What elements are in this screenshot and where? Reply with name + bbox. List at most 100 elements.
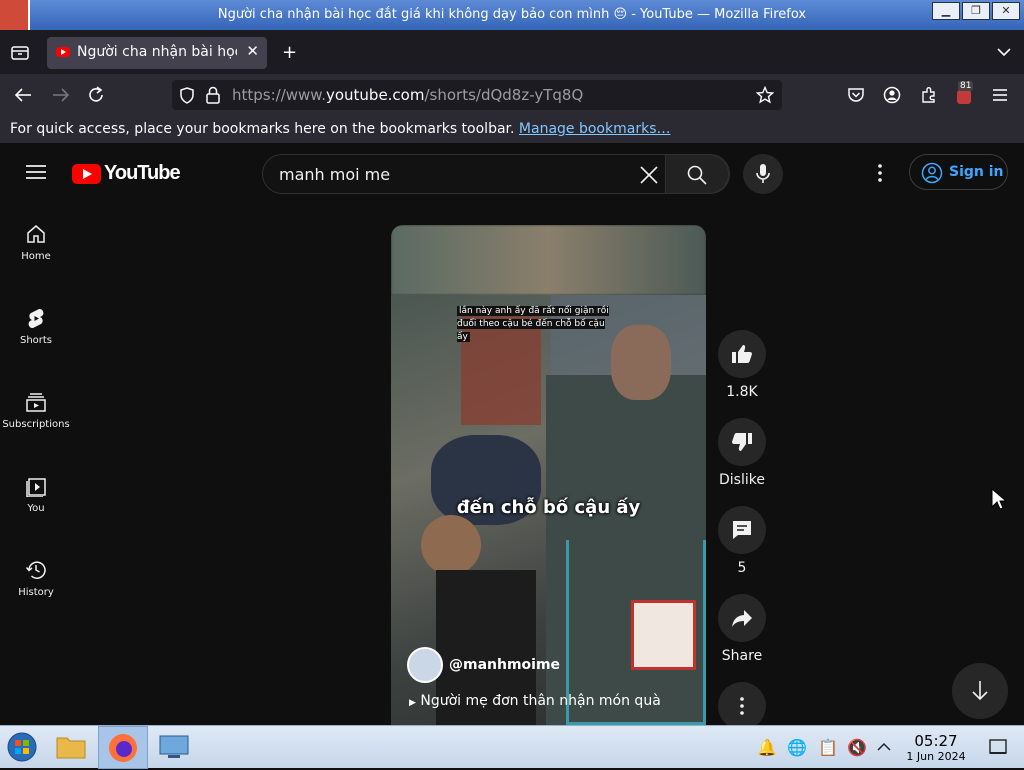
dislike-icon: [732, 433, 752, 451]
youtube-logo[interactable]: YouTube: [72, 162, 181, 185]
guide-item-shorts[interactable]: Shorts: [0, 307, 72, 381]
dislike-label: Dislike: [719, 472, 765, 488]
system-clock[interactable]: 05:27 1 Jun 2024: [900, 732, 972, 763]
shorts-action-bar: 1.8K Dislike 5 Share: [718, 330, 766, 770]
search-box[interactable]: manh moi me: [262, 154, 730, 194]
share-icon: [732, 610, 752, 627]
reload-icon[interactable]: [87, 86, 105, 104]
bookmark-star-icon[interactable]: [756, 86, 774, 104]
youtube-wordmark: YouTube: [104, 162, 181, 184]
network-icon[interactable]: 🌐: [787, 738, 807, 757]
search-button[interactable]: [665, 154, 729, 194]
share-button[interactable]: Share: [718, 594, 766, 682]
comment-icon: [733, 521, 751, 539]
dislike-button[interactable]: Dislike: [718, 418, 766, 506]
more-kebab-icon: [740, 697, 744, 715]
taskbar-firefox[interactable]: [98, 726, 148, 769]
extension-with-badge[interactable]: 81: [955, 81, 975, 106]
hamburger-menu-icon[interactable]: [991, 87, 1009, 103]
comments-button[interactable]: 5: [718, 506, 766, 594]
microphone-icon: [756, 164, 770, 183]
guide-item-subscriptions[interactable]: Subscriptions: [0, 391, 72, 465]
tab-youtube-short[interactable]: Người cha nhận bài học đắt giá khi không…: [47, 37, 267, 69]
channel-info[interactable]: @manhmoime: [407, 647, 560, 683]
pocket-icon[interactable]: [847, 87, 865, 103]
close-window-button[interactable]: ✕: [992, 2, 1020, 20]
start-button[interactable]: [0, 726, 44, 769]
guide-label: You: [27, 503, 45, 514]
account-icon[interactable]: [883, 86, 901, 104]
channel-avatar[interactable]: [407, 647, 443, 683]
tray-expand-chevron-icon[interactable]: [877, 742, 891, 752]
play-indicator-icon: ▶: [409, 698, 416, 708]
clock-time: 05:27: [914, 732, 958, 750]
share-label: Share: [721, 648, 763, 664]
back-arrow-icon[interactable]: [14, 87, 32, 103]
next-short-button[interactable]: [952, 663, 1008, 719]
taskbar-file-manager[interactable]: [48, 726, 92, 769]
guide-item-home[interactable]: Home: [0, 223, 72, 297]
history-icon: [25, 561, 46, 579]
minimize-button[interactable]: ▁: [932, 2, 960, 20]
sign-in-label: Sign in: [949, 164, 1004, 180]
voice-search-button[interactable]: [743, 154, 783, 194]
maximize-button[interactable]: ❐: [962, 2, 990, 20]
subscriptions-icon: [26, 393, 46, 412]
video-caption-big: đến chỗ bố cậu ấy: [456, 497, 641, 518]
account-circle-icon: [921, 162, 943, 184]
youtube-page: YouTube manh moi me Sign in Home Shorts …: [0, 143, 1024, 730]
youtube-play-icon: [72, 163, 101, 184]
like-button[interactable]: 1.8K: [718, 330, 766, 418]
manage-bookmarks-link[interactable]: Manage bookmarks…: [519, 121, 671, 137]
search-icon: [687, 165, 707, 185]
blurred-letterbox: [391, 225, 706, 295]
guide-label: Home: [21, 251, 51, 262]
window-titlebar: Người cha nhận bài học đắt giá khi không…: [0, 0, 1024, 30]
navigation-toolbar: https://www.youtube.com/shorts/dQd8z-yTq…: [0, 74, 1024, 116]
start-orb-icon: [7, 732, 37, 762]
guide-item-you[interactable]: You: [0, 475, 72, 549]
settings-kebab-icon[interactable]: [868, 161, 892, 185]
man-head: [611, 325, 671, 400]
forward-arrow-icon[interactable]: [52, 87, 70, 103]
channel-handle[interactable]: @manhmoime: [449, 657, 560, 673]
guide-label: Subscriptions: [2, 419, 70, 430]
like-count: 1.8K: [726, 384, 758, 400]
notifications-bell-icon[interactable]: 🔔: [757, 738, 777, 757]
comment-count: 5: [737, 560, 747, 576]
search-input[interactable]: manh moi me: [279, 165, 390, 184]
clipboard-icon[interactable]: 📋: [818, 738, 838, 757]
sign-in-button[interactable]: Sign in: [909, 154, 1008, 190]
firefox-view-icon[interactable]: [11, 44, 29, 60]
guide-item-history[interactable]: History: [0, 559, 72, 633]
shorts-player[interactable]: lần này anh ấy đã rất nổi giận rồi đuổi …: [391, 225, 706, 725]
volume-muted-icon[interactable]: 🔇: [847, 738, 867, 757]
extensions-icon[interactable]: [920, 86, 938, 104]
guide-label: History: [18, 587, 54, 598]
close-tab-icon[interactable]: ✕: [246, 42, 259, 60]
os-taskbar: 🔔 🌐 📋 🔇 05:27 1 Jun 2024: [0, 725, 1024, 769]
show-desktop-icon[interactable]: [989, 738, 1007, 756]
youtube-masthead: YouTube manh moi me Sign in: [0, 143, 1024, 203]
bookmarks-toolbar: For quick access, place your bookmarks h…: [0, 116, 1024, 143]
new-tab-button[interactable]: +: [282, 42, 297, 63]
display-settings-icon: [159, 735, 189, 758]
tracking-shield-icon[interactable]: [179, 87, 195, 104]
tab-label: Người cha nhận bài học đắt giá khi không…: [77, 44, 237, 60]
mouse-cursor-icon: [991, 488, 1007, 510]
padlock-icon[interactable]: [206, 86, 220, 104]
clear-search-icon[interactable]: [639, 165, 659, 185]
shorts-icon: [28, 308, 44, 329]
guide-menu-icon[interactable]: [26, 163, 46, 181]
taskbar-control-panel[interactable]: [152, 726, 196, 769]
short-title-line[interactable]: ▶ Người mẹ đơn thân nhận món quà: [409, 693, 661, 709]
extension-icon: [957, 90, 971, 104]
short-title[interactable]: Người mẹ đơn thân nhận món quà: [420, 693, 660, 709]
guide-sidebar: Home Shorts Subscriptions You History: [0, 213, 72, 633]
url-bar[interactable]: https://www.youtube.com/shorts/dQd8z-yTq…: [172, 80, 782, 110]
tab-strip: Người cha nhận bài học đắt giá khi không…: [0, 30, 1024, 74]
clock-date: 1 Jun 2024: [906, 750, 966, 763]
like-icon: [732, 345, 752, 363]
arrow-down-icon: [972, 681, 988, 701]
list-all-tabs-chevron-icon[interactable]: [996, 46, 1012, 58]
